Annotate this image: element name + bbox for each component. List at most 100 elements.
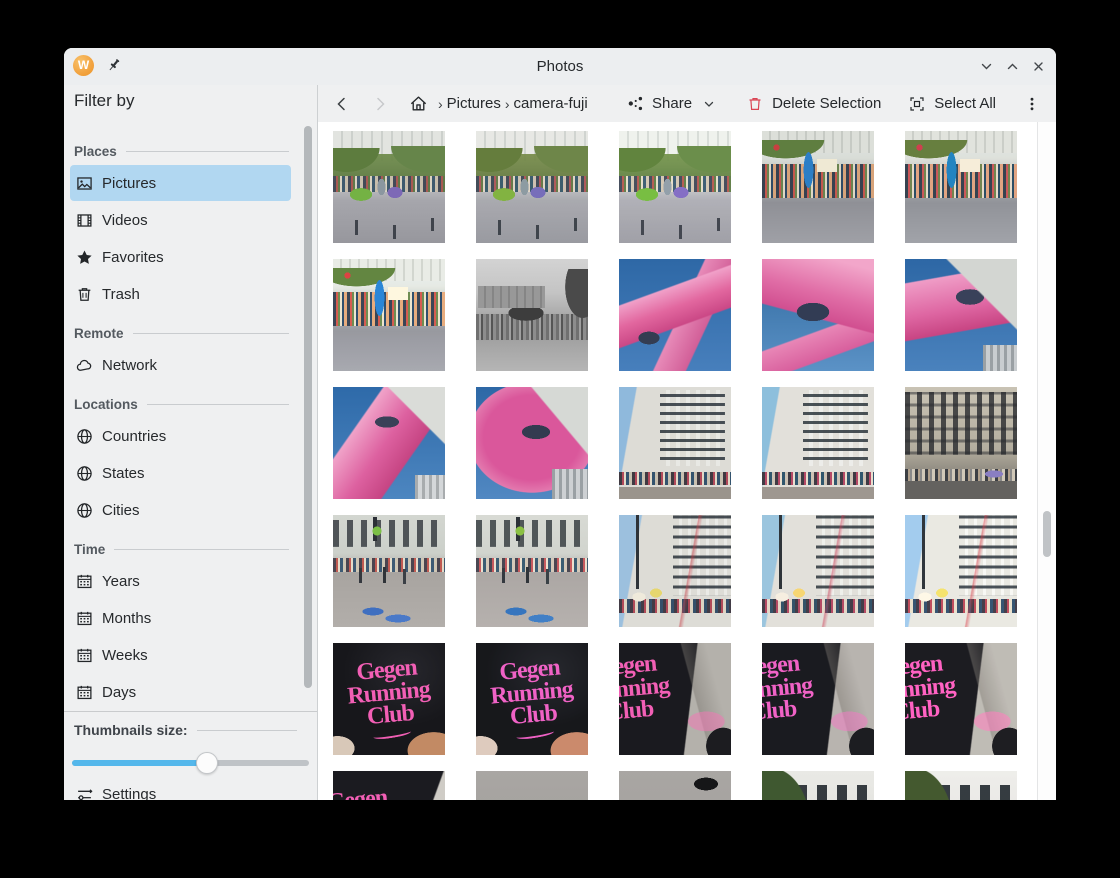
overflow-menu-button[interactable]: [1022, 94, 1042, 114]
breadcrumb-pictures[interactable]: Pictures: [447, 95, 501, 112]
sidebar-item-trash[interactable]: Trash: [70, 276, 291, 312]
photo-grid: GegenRunningClub GegenRunningClub GegenRun…: [333, 131, 1017, 800]
sidebar-item-years[interactable]: Years: [70, 563, 291, 599]
photo-thumbnail[interactable]: GegenRunningClub: [762, 643, 874, 755]
shirt-signature: [373, 728, 412, 741]
sidebar-item-states[interactable]: States: [70, 455, 291, 491]
sidebar-item-countries[interactable]: Countries: [70, 418, 291, 454]
home-button[interactable]: [408, 94, 428, 114]
photo-thumbnail[interactable]: [762, 387, 874, 499]
forward-button[interactable]: [370, 94, 390, 114]
sidebar: Places Pictures Videos Favorites Trash Remote…: [64, 122, 318, 800]
photo-thumbnail[interactable]: [905, 771, 1017, 800]
titlebar[interactable]: W Photos: [64, 48, 1056, 85]
thumbnails-size-slider[interactable]: [72, 752, 309, 774]
photo-thumbnail[interactable]: [476, 259, 588, 371]
sidebar-item-days[interactable]: Days: [70, 674, 291, 710]
star-icon: [76, 249, 93, 266]
settings-button[interactable]: Settings: [76, 783, 307, 800]
sidebar-item-label: Months: [102, 610, 151, 627]
photo-thumbnail[interactable]: [619, 387, 731, 499]
photo-thumbnail[interactable]: [476, 515, 588, 627]
maximize-icon[interactable]: [1004, 59, 1020, 75]
delete-selection-button[interactable]: Delete Selection: [745, 94, 881, 114]
delete-selection-label: Delete Selection: [772, 95, 881, 112]
photo-thumbnail[interactable]: [619, 131, 731, 243]
shirt-lettering: GegenRunningClub: [762, 650, 830, 727]
photo-thumbnail[interactable]: [476, 387, 588, 499]
photo-grid-area: GegenRunningClub GegenRunningClub GegenRun…: [318, 122, 1056, 800]
photo-thumbnail[interactable]: GegenRunningClub: [619, 643, 731, 755]
photo-thumbnail[interactable]: [619, 771, 731, 800]
globe-icon: [76, 502, 93, 519]
photo-thumbnail[interactable]: [905, 387, 1017, 499]
shirt-lettering: GegenRunningClub: [333, 784, 418, 800]
photo-thumbnail[interactable]: GegenRunningClub: [333, 643, 445, 755]
minimize-icon[interactable]: [978, 59, 994, 75]
sidebar-scrollbar[interactable]: [304, 126, 312, 688]
photo-thumbnail[interactable]: [905, 259, 1017, 371]
sidebar-item-favorites[interactable]: Favorites: [70, 239, 291, 275]
sidebar-section-header: Places: [74, 139, 307, 163]
photo-thumbnail[interactable]: [762, 515, 874, 627]
photo-thumbnail[interactable]: [333, 259, 445, 371]
photo-thumbnail[interactable]: [762, 131, 874, 243]
sidebar-item-label: Countries: [102, 428, 166, 445]
sidebar-header: Filter by: [64, 85, 318, 122]
main-scrollbar-handle[interactable]: [1043, 511, 1051, 557]
photo-thumbnail[interactable]: [476, 771, 588, 800]
share-button[interactable]: Share: [625, 94, 719, 114]
trash-icon: [76, 286, 93, 303]
shirt-lettering: GegenRunningClub: [905, 650, 973, 727]
sidebar-item-label: Trash: [102, 286, 140, 303]
photo-thumbnail[interactable]: [762, 259, 874, 371]
calendar-icon: [76, 647, 93, 664]
breadcrumb-camera-fuji[interactable]: camera-fuji: [514, 95, 588, 112]
photo-thumbnail[interactable]: GegenRunningClub: [333, 771, 445, 800]
photo-thumbnail[interactable]: [762, 771, 874, 800]
photo-thumbnail[interactable]: [333, 131, 445, 243]
sidebar-item-network[interactable]: Network: [70, 347, 291, 383]
main-scrollbar-track[interactable]: [1037, 122, 1056, 800]
sidebar-section-header: Remote: [74, 321, 307, 345]
sidebar-section-header: Locations: [74, 392, 307, 416]
back-button[interactable]: [332, 94, 352, 114]
calendar-icon: [76, 573, 93, 590]
rule: [197, 730, 297, 731]
rule: [133, 333, 289, 334]
photo-thumbnail[interactable]: [619, 259, 731, 371]
sidebar-item-weeks[interactable]: Weeks: [70, 637, 291, 673]
photo-thumbnail[interactable]: [619, 515, 731, 627]
photo-thumbnail[interactable]: [333, 515, 445, 627]
slider-handle[interactable]: [196, 752, 218, 774]
sidebar-item-label: Favorites: [102, 249, 164, 266]
calendar-icon: [76, 684, 93, 701]
sidebar-item-months[interactable]: Months: [70, 600, 291, 636]
sidebar-item-pictures[interactable]: Pictures: [70, 165, 291, 201]
settings-label: Settings: [102, 786, 156, 801]
sidebar-item-label: Pictures: [102, 175, 156, 192]
sidebar-item-videos[interactable]: Videos: [70, 202, 291, 238]
cloud-icon: [76, 357, 93, 374]
shirt-lettering: GegenRunningClub: [476, 654, 588, 742]
photo-thumbnail[interactable]: [905, 131, 1017, 243]
globe-icon: [76, 465, 93, 482]
close-icon[interactable]: [1030, 59, 1046, 75]
share-dropdown-icon: [699, 94, 719, 114]
sidebar-item-label: Years: [102, 573, 140, 590]
sidebar-section-header: Time: [74, 537, 307, 561]
photo-thumbnail[interactable]: GegenRunningClub: [905, 643, 1017, 755]
photo-thumbnail[interactable]: [476, 131, 588, 243]
photo-thumbnail[interactable]: [333, 387, 445, 499]
sidebar-section-title: Locations: [74, 397, 138, 412]
slider-fill: [72, 760, 207, 766]
select-all-button[interactable]: Select All: [907, 94, 996, 114]
photo-thumbnail[interactable]: [905, 515, 1017, 627]
calendar-icon: [76, 610, 93, 627]
sidebar-item-cities[interactable]: Cities: [70, 492, 291, 528]
photo-thumbnail[interactable]: GegenRunningClub: [476, 643, 588, 755]
sidebar-item-label: Days: [102, 684, 136, 701]
rule: [147, 404, 289, 405]
header-band: Filter by › Pictures › camera-fuji: [64, 85, 1056, 123]
window-title: Photos: [64, 48, 1056, 85]
